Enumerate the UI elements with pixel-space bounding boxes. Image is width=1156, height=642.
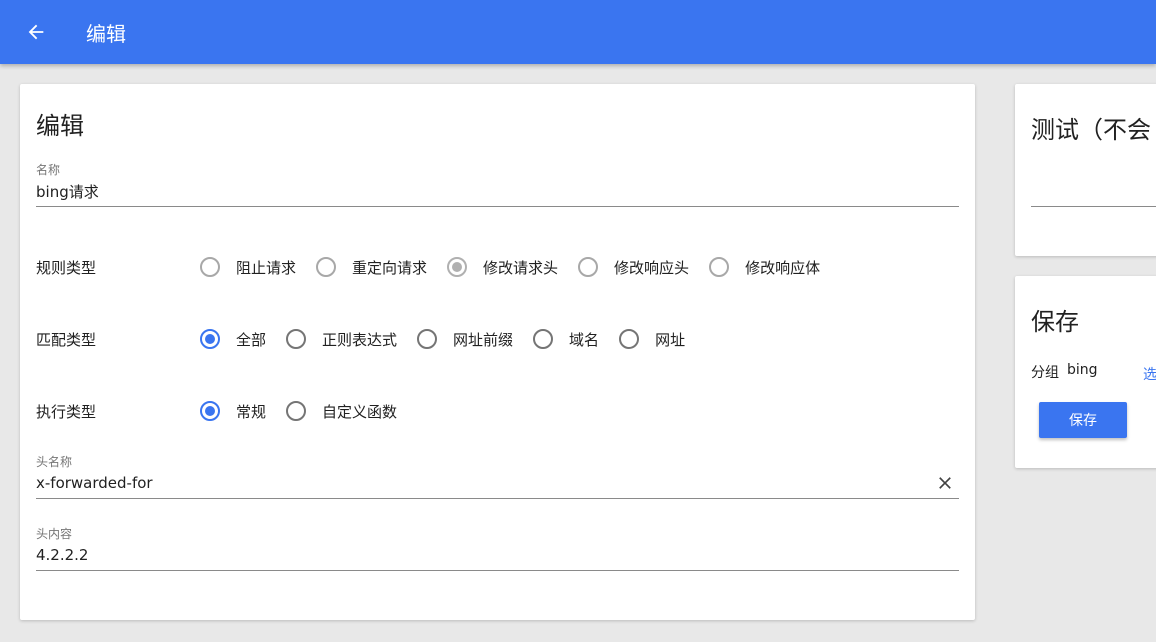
match-type-option-url[interactable]: 网址 <box>619 329 685 350</box>
save-button[interactable]: 保存 <box>1039 402 1127 438</box>
radio-checked-icon <box>200 329 220 349</box>
clear-button[interactable] <box>935 473 955 493</box>
match-type-option-domain[interactable]: 域名 <box>533 329 599 350</box>
exec-type-option-custom-function[interactable]: 自定义函数 <box>286 401 397 422</box>
radio-label: 正则表达式 <box>322 330 398 349</box>
radio-unchecked-icon <box>417 329 438 349</box>
name-field: 名称 <box>36 161 959 207</box>
radio-label: 修改响应头 <box>614 258 690 277</box>
rule-type-option-block[interactable]: 阻止请求 <box>200 257 296 278</box>
name-field-label: 名称 <box>36 163 61 177</box>
exec-type-group: 常规 自定义函数 <box>200 401 417 422</box>
radio-unchecked-icon <box>709 257 730 277</box>
header-name-input[interactable] <box>36 470 959 499</box>
radio-label: 全部 <box>236 330 267 349</box>
exec-type-row: 执行类型 常规 自定义函数 <box>36 399 959 423</box>
group-value: bing <box>1067 362 1098 378</box>
exec-type-option-normal[interactable]: 常规 <box>200 401 266 422</box>
back-button[interactable] <box>16 12 56 52</box>
radio-label: 重定向请求 <box>352 258 428 277</box>
radio-label: 网址 <box>655 330 686 349</box>
arrow-left-icon <box>28 24 44 40</box>
match-type-option-regex[interactable]: 正则表达式 <box>286 329 397 350</box>
radio-unchecked-icon <box>200 257 220 277</box>
group-label: 分组 <box>1031 365 1059 381</box>
radio-unchecked-icon <box>286 329 307 349</box>
test-input[interactable] <box>1031 206 1156 207</box>
header-value-input[interactable] <box>36 542 959 571</box>
app-bar: 编辑 <box>0 0 1156 64</box>
radio-checked-icon <box>200 401 220 421</box>
radio-unchecked-icon <box>286 401 307 421</box>
test-card: 测试（不会 <box>1015 84 1156 256</box>
match-type-option-url-prefix[interactable]: 网址前缀 <box>417 329 513 350</box>
save-card-title: 保存 <box>1031 308 1079 336</box>
header-name-field: 头名称 <box>36 453 959 499</box>
radio-label: 域名 <box>569 330 600 349</box>
test-card-title: 测试（不会 <box>1031 116 1151 144</box>
radio-checked-icon <box>447 257 468 277</box>
match-type-option-all[interactable]: 全部 <box>200 329 266 350</box>
match-type-group: 全部 正则表达式 网址前缀 域名 网址 <box>200 329 705 350</box>
rule-type-option-modify-request-header[interactable]: 修改请求头 <box>447 257 558 278</box>
header-value-label: 头内容 <box>36 527 73 541</box>
match-type-row: 匹配类型 全部 正则表达式 网址前缀 域名 网址 <box>36 327 959 351</box>
radio-unchecked-icon <box>533 329 554 349</box>
edit-card: 编辑 名称 规则类型 阻止请求 重定向请求 修改请求头 修改响应头 <box>20 84 975 620</box>
rule-type-option-redirect[interactable]: 重定向请求 <box>316 257 427 278</box>
group-row: 分组 bing <box>1031 362 1098 382</box>
rule-type-group: 阻止请求 重定向请求 修改请求头 修改响应头 修改响应体 <box>200 257 840 278</box>
radio-label: 修改请求头 <box>483 258 559 277</box>
appbar-title: 编辑 <box>86 21 126 46</box>
radio-label: 网址前缀 <box>453 330 514 349</box>
radio-label: 修改响应体 <box>745 258 821 277</box>
radio-unchecked-icon <box>619 329 640 349</box>
match-type-label: 匹配类型 <box>36 330 97 349</box>
exec-type-label: 执行类型 <box>36 402 97 421</box>
radio-label: 常规 <box>236 402 267 421</box>
radio-unchecked-icon <box>316 257 337 277</box>
radio-label: 自定义函数 <box>322 402 398 421</box>
rule-type-option-modify-response-body[interactable]: 修改响应体 <box>709 257 820 278</box>
radio-label: 阻止请求 <box>236 258 297 277</box>
close-icon <box>939 477 951 489</box>
select-group-link[interactable]: 选 <box>1143 364 1156 384</box>
name-input[interactable] <box>36 178 959 207</box>
rule-type-label: 规则类型 <box>36 258 97 277</box>
rule-type-option-modify-response-header[interactable]: 修改响应头 <box>578 257 689 278</box>
radio-unchecked-icon <box>578 257 599 277</box>
header-name-label: 头名称 <box>36 455 73 469</box>
edit-card-title: 编辑 <box>36 112 84 140</box>
header-value-field: 头内容 <box>36 525 959 571</box>
save-card: 保存 分组 bing 选 保存 <box>1015 276 1156 468</box>
rule-type-row: 规则类型 阻止请求 重定向请求 修改请求头 修改响应头 修改响应体 <box>36 255 959 279</box>
